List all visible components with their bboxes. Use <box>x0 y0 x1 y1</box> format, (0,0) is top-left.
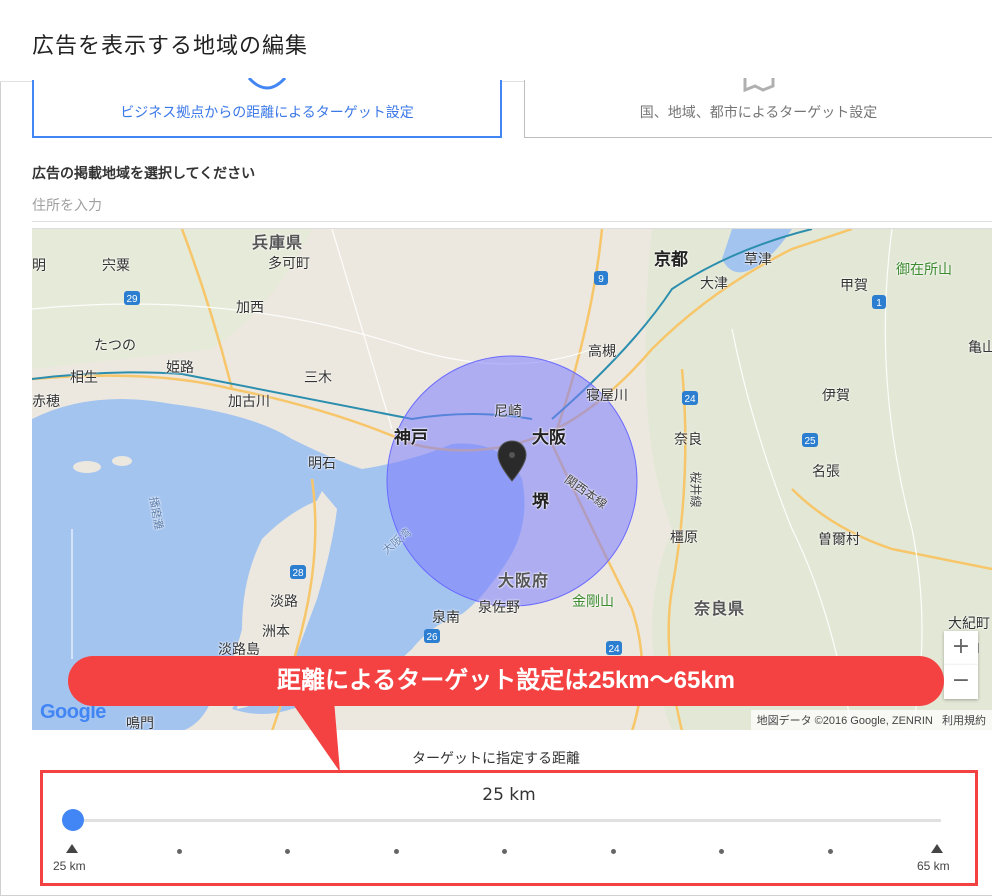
slider-min-marker <box>66 844 78 853</box>
map-label-soni: 曽爾村 <box>818 532 860 548</box>
map-label-nabari: 名張 <box>812 464 840 480</box>
slider-min-label: 25 km <box>53 859 86 873</box>
terms-link[interactable]: 利用規約 <box>942 715 986 727</box>
option-region-label: 国、地域、都市によるターゲット設定 <box>639 105 878 121</box>
map-label-kobe: 神戸 <box>394 428 428 448</box>
slider-tick <box>828 849 833 854</box>
map-label-kyoto: 京都 <box>654 250 688 270</box>
map-label-gyo: 明 <box>32 258 46 274</box>
slider-tick <box>719 849 724 854</box>
map-label-izumi: 泉南 <box>432 610 460 626</box>
map-label-kameyama: 亀山 <box>968 340 992 356</box>
map-label-osaka: 大阪 <box>532 428 566 448</box>
map-label-nara: 奈良 <box>674 432 702 448</box>
slider-tick <box>285 849 290 854</box>
map-label-shiso: 宍粟 <box>102 258 130 274</box>
slider-tick <box>611 849 616 854</box>
map-label-takatsuki: 高槻 <box>588 344 616 360</box>
map-label-kakogawa: 加古川 <box>228 394 270 410</box>
map-label-kusatsu: 草津 <box>744 252 772 268</box>
map-label-sakurai: 桜井線 <box>688 471 703 508</box>
location-radius-icon <box>247 78 287 90</box>
map-label-kashihara: 橿原 <box>670 530 698 546</box>
map-label-izumisano: 泉佐野 <box>478 600 520 616</box>
svg-text:9: 9 <box>598 274 604 285</box>
dialog-header: 広告を表示する地域の編集 <box>0 0 992 82</box>
option-business-radius[interactable]: ビジネス拠点からの距離によるターゲット設定 <box>32 78 502 138</box>
distance-slider-highlight: 25 km 25 km 65 km <box>40 770 978 886</box>
slider-track[interactable] <box>73 819 941 822</box>
map-label-iga: 伊賀 <box>822 388 850 404</box>
svg-text:28: 28 <box>292 568 304 579</box>
location-section-title: 広告の掲載地域を選択してください <box>32 166 256 182</box>
map-label-otsu: 大津 <box>700 276 728 292</box>
map-background: 29 9 1 24 25 28 26 24 <box>32 229 992 730</box>
map-label-awaji: 淡路 <box>270 594 298 610</box>
svg-text:25: 25 <box>804 436 816 447</box>
map-label-omine: 大紀町 <box>948 616 990 632</box>
zoom-in-button[interactable]: + <box>944 631 978 665</box>
annotation-callout: 距離によるターゲット設定は25km〜65km <box>68 656 944 706</box>
slider-thumb[interactable] <box>62 809 84 831</box>
svg-text:29: 29 <box>126 294 138 305</box>
map-data-credit: 地図データ ©2016 Google, ZENRIN <box>756 715 933 727</box>
map[interactable]: 29 9 1 24 25 28 26 24 兵庫県 多可町 宍粟 明 加西 たつ… <box>32 228 992 730</box>
map-label-nara-ken: 奈良県 <box>694 599 746 618</box>
map-icon <box>743 78 774 93</box>
callout-tail <box>290 700 340 772</box>
address-input[interactable] <box>32 190 992 222</box>
slider-tick <box>502 849 507 854</box>
map-label-miki: 三木 <box>304 370 332 386</box>
map-label-akashi: 明石 <box>308 456 336 472</box>
svg-text:1: 1 <box>876 298 882 309</box>
map-label-gozaisho: 御在所山 <box>896 262 952 278</box>
map-label-hyogo: 兵庫県 <box>252 233 304 252</box>
option-business-radius-label: ビジネス拠点からの距離によるターゲット設定 <box>120 105 414 121</box>
slider-tick <box>394 849 399 854</box>
slider-tick <box>177 849 182 854</box>
page-title: 広告を表示する地域の編集 <box>32 34 309 59</box>
zoom-out-button[interactable]: − <box>944 665 978 699</box>
distance-label: ターゲットに指定する距離 <box>412 751 580 767</box>
map-label-ako: 赤穂 <box>32 394 60 410</box>
map-label-sumoto: 洲本 <box>262 624 290 640</box>
svg-text:24: 24 <box>608 644 620 655</box>
map-label-tatsuno: たつの <box>94 338 136 354</box>
map-label-himeji: 姫路 <box>166 360 194 376</box>
map-label-naruto: 鳴門 <box>126 716 154 730</box>
svg-text:24: 24 <box>684 394 696 405</box>
map-attribution: 地図データ ©2016 Google, ZENRIN 利用規約 <box>750 710 992 730</box>
map-label-koka: 甲賀 <box>840 278 868 294</box>
option-region[interactable]: 国、地域、都市によるターゲット設定 <box>524 78 992 138</box>
map-label-kasai: 加西 <box>236 300 264 316</box>
map-label-sakai: 堺 <box>532 492 549 512</box>
slider-max-marker <box>931 844 943 853</box>
svg-text:26: 26 <box>426 632 438 643</box>
map-label-aioi: 相生 <box>70 370 98 386</box>
map-label-neyagawa: 寝屋川 <box>586 388 628 404</box>
map-label-kongo: 金剛山 <box>572 594 614 610</box>
slider-max-label: 65 km <box>917 859 950 873</box>
map-label-amagasaki: 尼崎 <box>494 404 522 420</box>
map-label-taka: 多可町 <box>268 256 310 272</box>
distance-value: 25 km <box>482 785 536 805</box>
map-label-osaka-fu: 大阪府 <box>498 571 550 590</box>
